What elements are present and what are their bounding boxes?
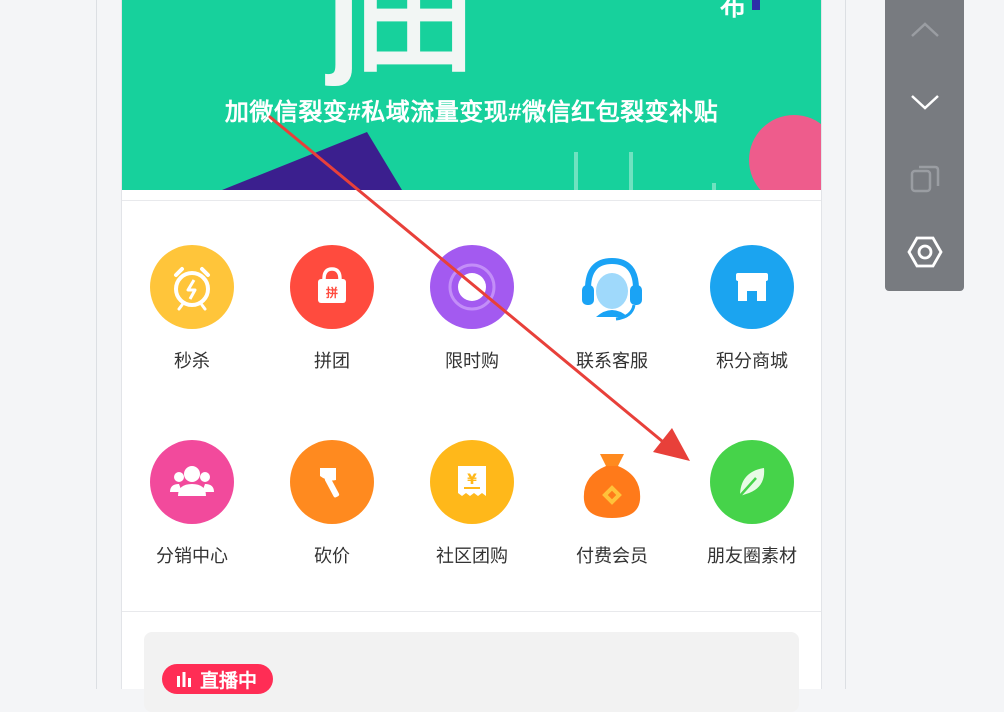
grid-item-customer-service[interactable]: 联系客服 bbox=[542, 245, 682, 373]
grid-item-label: 拼团 bbox=[314, 351, 350, 371]
grid-item-label: 社区团购 bbox=[436, 546, 508, 566]
banner-image[interactable]: j田 布 加微信裂变#私域流量变现#微信红包裂变补贴 bbox=[122, 0, 821, 190]
grid-item-community-buy[interactable]: ¥ 社区团购 bbox=[402, 440, 542, 568]
live-card[interactable]: 直播中 bbox=[144, 632, 799, 712]
phone-preview-frame: j田 布 加微信裂变#私域流量变现#微信红包裂变补贴 秒杀 拼 拼团 限时购 联… bbox=[96, 0, 846, 712]
receipt-icon: ¥ bbox=[430, 440, 514, 524]
headset-icon bbox=[570, 245, 654, 329]
live-badge-label: 直播中 bbox=[200, 670, 258, 692]
chevron-down-icon bbox=[910, 95, 939, 110]
grid-item-distribution[interactable]: 分销中心 bbox=[122, 440, 262, 568]
copy-icon bbox=[910, 165, 939, 193]
alarm-clock-icon bbox=[150, 245, 234, 329]
grid-item-bargain[interactable]: 砍价 bbox=[262, 440, 402, 568]
divider-top bbox=[122, 200, 821, 201]
page-canvas: j田 布 加微信裂变#私域流量变现#微信红包裂变补贴 秒杀 拼 拼团 限时购 联… bbox=[121, 0, 822, 712]
grid-item-label: 分销中心 bbox=[156, 546, 228, 566]
grid-item-label: 砍价 bbox=[314, 546, 350, 566]
copy-button[interactable] bbox=[885, 148, 964, 208]
grid-item-label: 朋友圈素材 bbox=[707, 546, 797, 566]
live-badge: 直播中 bbox=[162, 664, 274, 694]
grid-item-label: 积分商城 bbox=[716, 351, 788, 371]
banner-decoration bbox=[222, 115, 821, 190]
divider-bottom bbox=[122, 611, 821, 612]
shopping-bag-icon: 拼 bbox=[290, 245, 374, 329]
grid-item-paid-membership[interactable]: 付费会员 bbox=[542, 440, 682, 568]
bar-chart-icon bbox=[177, 672, 191, 687]
move-down-button[interactable] bbox=[885, 72, 964, 132]
svg-text:¥: ¥ bbox=[467, 472, 477, 488]
grid-item-moments-material[interactable]: 朋友圈素材 bbox=[682, 440, 822, 568]
grid-item-points-mall[interactable]: 积分商城 bbox=[682, 245, 822, 373]
grid-item-label: 付费会员 bbox=[576, 546, 648, 566]
move-up-button[interactable] bbox=[885, 0, 964, 60]
settings-button[interactable] bbox=[885, 222, 964, 282]
store-icon bbox=[710, 245, 794, 329]
users-icon bbox=[150, 440, 234, 524]
chevron-up-icon bbox=[910, 22, 939, 37]
grid-item-seckill[interactable]: 秒杀 bbox=[122, 245, 262, 373]
grid-item-label: 限时购 bbox=[445, 351, 499, 371]
feather-icon bbox=[710, 440, 794, 524]
grid-item-label: 联系客服 bbox=[576, 351, 648, 371]
svg-text:拼: 拼 bbox=[326, 285, 338, 300]
money-bag-icon bbox=[570, 440, 654, 524]
floating-toolbar bbox=[885, 0, 964, 291]
settings-hexagon-icon bbox=[906, 236, 943, 268]
grid-item-label: 秒杀 bbox=[174, 351, 210, 371]
axe-icon bbox=[290, 440, 374, 524]
grid-item-group-buy[interactable]: 拼 拼团 bbox=[262, 245, 402, 373]
grid-item-flash-sale[interactable]: 限时购 bbox=[402, 245, 542, 373]
clock-icon bbox=[430, 245, 514, 329]
